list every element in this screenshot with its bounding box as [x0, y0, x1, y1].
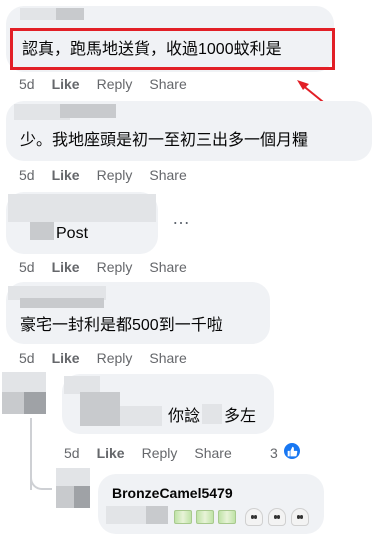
reply-button[interactable]: Reply [97, 259, 133, 275]
share-button[interactable]: Share [149, 259, 186, 275]
like-button[interactable]: Like [97, 445, 125, 461]
blurred-author-name [20, 298, 104, 308]
emoji-row [174, 508, 309, 526]
avatar[interactable] [56, 468, 90, 508]
blurred-author-name [60, 104, 116, 118]
comment-time[interactable]: 5d [64, 445, 80, 461]
blurred-author-name [8, 194, 156, 222]
comment-actions: 5d Like Reply Share [64, 443, 249, 463]
comment-actions: 5d Like Reply Share [19, 165, 204, 185]
highlight-box [10, 28, 335, 70]
comment-time[interactable]: 5d [19, 167, 35, 183]
comment-text: 少。我地座頭是初一至初三出多一個月糧 [20, 132, 309, 149]
more-options-icon[interactable]: … [172, 208, 191, 229]
money-emoji-icon [196, 510, 214, 524]
comment-text: 多左 [224, 408, 257, 425]
blurred-author-name [80, 392, 120, 426]
like-reaction-icon [282, 441, 302, 461]
blurred-text [146, 506, 168, 524]
share-button[interactable]: Share [194, 445, 231, 461]
share-button[interactable]: Share [149, 350, 186, 366]
username[interactable]: BronzeCamel5479 [112, 485, 233, 501]
blurred-word [202, 404, 222, 424]
ghost-emoji-icon [245, 508, 263, 526]
comment-text: 你諗 [168, 408, 201, 425]
blurred-author-name [56, 8, 84, 20]
like-button[interactable]: Like [52, 167, 80, 183]
comment-actions: 5d Like Reply Share [19, 348, 204, 368]
like-button[interactable]: Like [52, 350, 80, 366]
money-emoji-icon [218, 510, 236, 524]
comment-actions: 5d Like Reply Share [19, 74, 204, 94]
share-button[interactable]: Share [149, 76, 186, 92]
reply-button[interactable]: Reply [97, 76, 133, 92]
reply-button[interactable]: Reply [142, 445, 178, 461]
thread-connector [30, 466, 52, 490]
comment-time[interactable]: 5d [19, 76, 35, 92]
ghost-emoji-icon [268, 508, 286, 526]
comment-text: Post [56, 225, 89, 242]
comment-text: 豪宅一封利是都500到一千啦 [20, 317, 223, 334]
share-button[interactable]: Share [149, 167, 186, 183]
blurred-text [106, 506, 146, 524]
comment-time[interactable]: 5d [19, 259, 35, 275]
blurred-author-name [30, 222, 54, 240]
ghost-emoji-icon [291, 508, 309, 526]
reaction-count[interactable]: 3 [270, 445, 278, 461]
reply-button[interactable]: Reply [97, 350, 133, 366]
like-button[interactable]: Like [52, 76, 80, 92]
money-emoji-icon [174, 510, 192, 524]
blurred-author-name [120, 406, 162, 426]
comment-time[interactable]: 5d [19, 350, 35, 366]
like-button[interactable]: Like [52, 259, 80, 275]
comment-actions: 5d Like Reply Share [19, 257, 204, 277]
avatar[interactable] [2, 372, 46, 414]
reply-button[interactable]: Reply [97, 167, 133, 183]
